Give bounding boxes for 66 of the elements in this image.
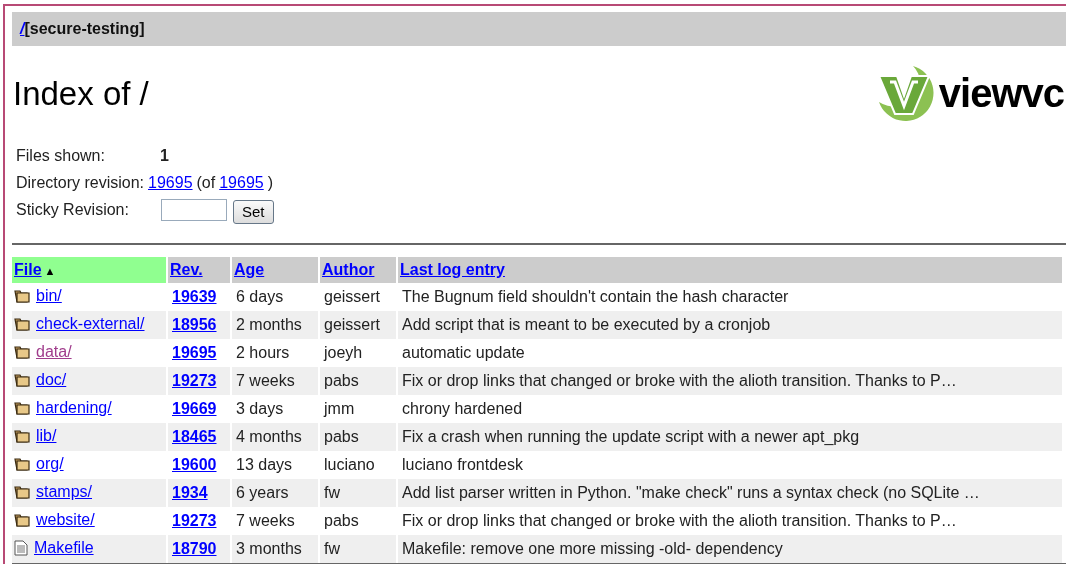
entry-link[interactable]: data/ (36, 342, 72, 361)
column-header[interactable]: Rev. (168, 257, 230, 283)
age-cell: 6 days (236, 288, 284, 305)
author-cell: jmm (324, 400, 355, 417)
files-shown-count: 1 (160, 146, 169, 165)
closing-paren: ) (267, 173, 274, 192)
author-cell: pabs (324, 428, 359, 445)
log-entry-cell: Fix or drop links that changed or broke with the alioth transition. Thanks to P… (402, 372, 957, 389)
repository-name: [secure-testing] (24, 20, 145, 38)
files-shown-label: Files shown: (16, 146, 106, 165)
log-entry-cell: Add list parser written in Python. "make check" runs a syntax check (no SQLite … (402, 484, 980, 501)
author-cell: luciano (324, 456, 375, 473)
revision-link[interactable]: 19695 (148, 173, 193, 192)
age-cell: 2 months (236, 316, 302, 333)
author-cell: fw (324, 540, 340, 557)
age-cell: 3 days (236, 400, 284, 417)
column-header[interactable]: Last log entry (398, 257, 1062, 283)
directory-revision-label: Directory revision: (16, 173, 145, 192)
revision-link[interactable]: 19695 (172, 344, 217, 361)
entry-link[interactable]: doc/ (36, 370, 67, 389)
revision-link[interactable]: 19695 (219, 173, 264, 192)
log-entry-cell: automatic update (402, 344, 525, 361)
sort-link[interactable]: Last log entry (400, 261, 505, 278)
entry-link[interactable]: hardening/ (36, 398, 112, 417)
log-entry-cell: Add script that is meant to be executed by a cronjob (402, 316, 771, 333)
age-cell: 6 years (236, 484, 289, 501)
sort-link[interactable]: Rev. (170, 261, 203, 278)
column-header[interactable]: File ▲ (12, 257, 166, 283)
root-link[interactable]: / (20, 20, 25, 38)
sticky-revision-label: Sticky Revision: (16, 200, 130, 219)
author-cell: pabs (324, 512, 359, 529)
column-header[interactable]: Age (232, 257, 318, 283)
author-cell: joeyh (324, 344, 363, 361)
sort-link[interactable]: File (14, 261, 42, 278)
logo-wordmark: viewvc (938, 70, 1064, 116)
author-cell: geissert (324, 316, 381, 333)
revision-link[interactable]: 19600 (172, 456, 217, 473)
author-cell: pabs (324, 372, 359, 389)
revision-link[interactable]: 19639 (172, 288, 217, 305)
age-cell: 7 weeks (236, 512, 295, 529)
sort-link[interactable]: Author (322, 261, 375, 278)
entry-link[interactable]: lib/ (36, 426, 57, 445)
set-button[interactable]: Set (233, 199, 274, 224)
author-cell: fw (324, 484, 340, 501)
log-entry-cell: luciano frontdesk (402, 456, 523, 473)
log-entry-cell: Makefile: remove one more missing -old- dependency (402, 540, 783, 557)
of-text: (of (196, 173, 216, 192)
sort-link[interactable]: Age (234, 261, 265, 278)
sort-arrow: ▲ (44, 265, 56, 277)
age-cell: 4 months (236, 428, 302, 445)
page-title: Index of / (12, 75, 149, 113)
revision-link[interactable]: 19669 (172, 400, 217, 417)
revision-link[interactable]: 19273 (172, 512, 217, 529)
log-entry-cell: The Bugnum field shouldn't contain the hash character (402, 288, 789, 305)
log-entry-cell: Fix or drop links that changed or broke with the alioth transition. Thanks to P… (402, 512, 957, 529)
column-header[interactable]: Author (320, 257, 396, 283)
entry-link[interactable]: website/ (36, 510, 95, 529)
age-cell: 7 weeks (236, 372, 295, 389)
age-cell: 13 days (236, 456, 293, 473)
entry-link[interactable]: org/ (36, 454, 64, 473)
age-cell: 3 months (236, 540, 302, 557)
age-cell: 2 hours (236, 344, 290, 361)
log-entry-cell: chrony hardened (402, 400, 523, 417)
log-entry-cell: Fix a crash when running the update script with a newer apt_pkg (402, 428, 860, 445)
author-cell: geissert (324, 288, 381, 305)
entry-link[interactable]: bin/ (36, 286, 62, 305)
